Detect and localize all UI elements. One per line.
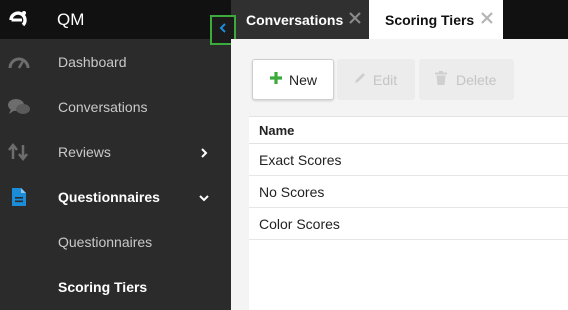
scoring-tiers-table: Name Exact Scores No Scores Color Scores — [249, 116, 568, 240]
document-icon — [8, 187, 30, 206]
chevron-right-icon — [198, 146, 210, 158]
new-button[interactable]: New — [252, 59, 334, 100]
sidebar-item-label: Reviews — [58, 143, 111, 160]
sidebar-subitem-label: Questionnaires — [58, 233, 153, 250]
delete-button[interactable]: Delete — [419, 59, 514, 100]
app-logo-icon[interactable] — [0, 0, 36, 39]
tab-bar: Conversations Scoring Tiers — [231, 0, 568, 39]
trash-icon — [435, 71, 447, 88]
sidebar-item-conversations[interactable]: Conversations — [0, 84, 231, 129]
content-gutter — [231, 116, 249, 310]
sidebar-subitem-label: Scoring Tiers — [58, 278, 148, 295]
sidebar-subitem-questionnaires[interactable]: Questionnaires — [0, 219, 231, 264]
sidebar-item-dashboard[interactable]: Dashboard — [0, 39, 231, 84]
tab-conversations[interactable]: Conversations — [231, 0, 369, 39]
chevron-left-icon — [218, 21, 228, 39]
sidebar-item-label: Dashboard — [58, 53, 127, 70]
toolbar: New Edit Delete — [231, 39, 568, 116]
close-icon[interactable] — [480, 11, 494, 28]
arrows-swap-icon — [8, 142, 30, 161]
new-button-label: New — [289, 71, 318, 88]
tab-scoring-tiers[interactable]: Scoring Tiers — [369, 0, 503, 39]
sidebar-subitem-scoring-tiers[interactable]: Scoring Tiers — [0, 264, 231, 309]
gauge-icon — [8, 53, 30, 71]
sidebar-item-label: Questionnaires — [58, 188, 160, 205]
table-cell: No Scores — [259, 183, 325, 200]
sidebar: QM Dashboard Conversations Reviews Quest… — [0, 0, 231, 310]
delete-button-label: Delete — [456, 71, 497, 88]
close-icon[interactable] — [348, 11, 362, 28]
sidebar-item-label: Conversations — [58, 98, 148, 115]
table-header: Name — [249, 116, 568, 144]
plus-icon — [269, 71, 283, 88]
tab-label: Scoring Tiers — [385, 11, 475, 28]
table-cell: Exact Scores — [259, 151, 342, 168]
table-cell: Color Scores — [259, 215, 340, 232]
pencil-icon — [353, 71, 367, 88]
table-row[interactable]: Color Scores — [249, 208, 568, 240]
sidebar-item-reviews[interactable]: Reviews — [0, 129, 231, 174]
brand-bar: QM — [0, 0, 231, 39]
sidebar-item-questionnaires[interactable]: Questionnaires — [0, 174, 231, 219]
column-header-name[interactable]: Name — [259, 123, 294, 138]
edit-button[interactable]: Edit — [337, 59, 415, 100]
edit-button-label: Edit — [373, 71, 398, 88]
chevron-down-icon — [198, 191, 210, 203]
table-row[interactable]: Exact Scores — [249, 144, 568, 176]
table-row[interactable]: No Scores — [249, 176, 568, 208]
chat-bubbles-icon — [8, 98, 30, 116]
tab-label: Conversations — [246, 11, 344, 28]
app-name: QM — [57, 9, 85, 29]
